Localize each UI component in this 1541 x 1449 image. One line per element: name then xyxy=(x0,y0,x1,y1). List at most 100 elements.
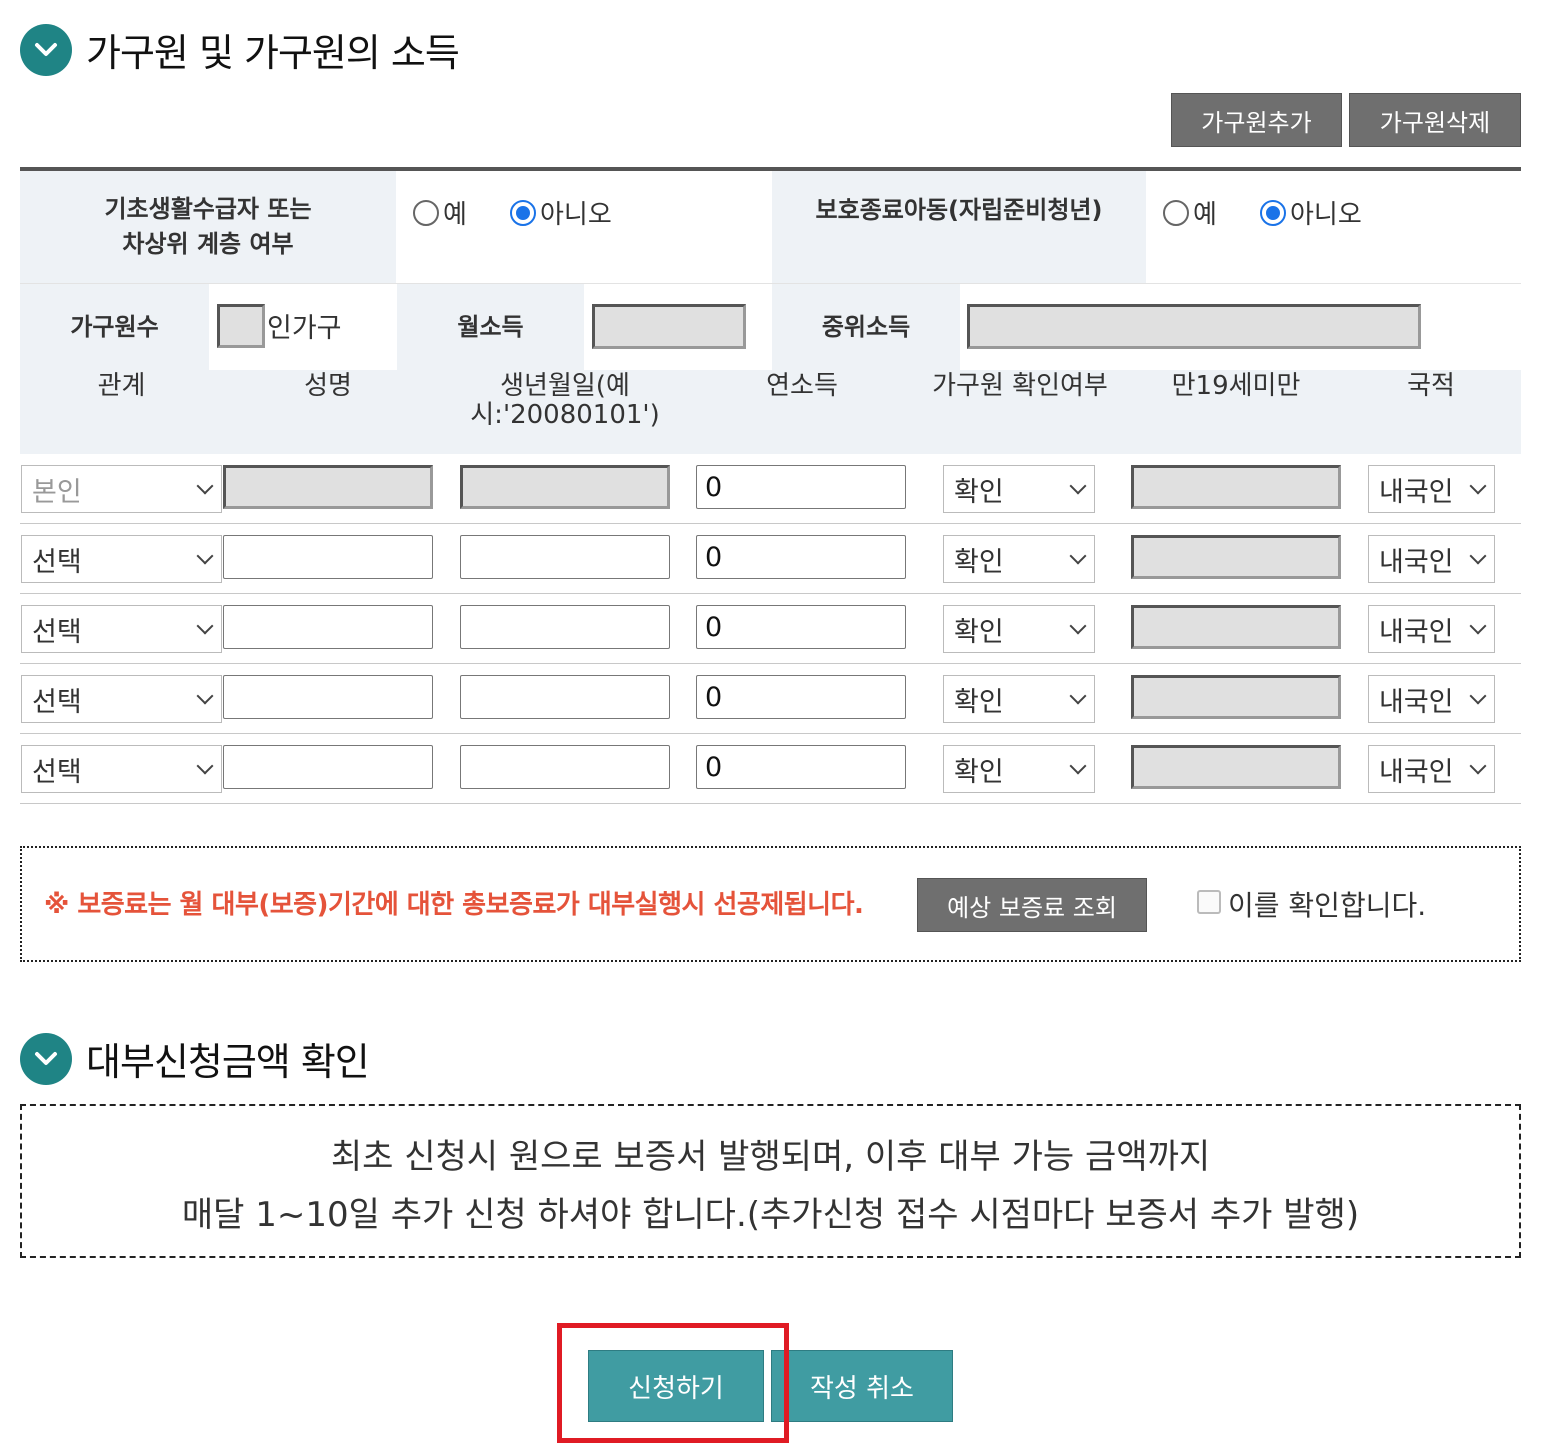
radio-yes-label: 예 xyxy=(443,200,467,230)
section-title: 대부신청금액 확인 xyxy=(86,1040,370,1084)
col-birth-line2: 시:'20080101') xyxy=(470,399,660,430)
loan-info-line1: 최초 신청시 원으로 보증서 발행되며, 이후 대부 가능 금액까지 xyxy=(330,1137,1211,1177)
birth-input[interactable] xyxy=(460,675,670,719)
confirm-select[interactable]: 확인 xyxy=(943,605,1095,653)
protection-radio-no[interactable]: 아니오 xyxy=(1260,194,1362,231)
chevron-down-icon xyxy=(196,617,214,635)
chevron-down-icon xyxy=(1069,547,1087,565)
median-income-label: 중위소득 xyxy=(772,284,960,370)
chevron-down-icon xyxy=(1469,617,1487,635)
basic-living-label-line2: 차상위 계층 여부 xyxy=(122,230,294,258)
income-input[interactable]: 0 xyxy=(696,605,906,649)
relation-value: 선택 xyxy=(32,686,82,718)
section-loan-header: 대부신청금액 확인 xyxy=(20,1031,370,1086)
chevron-down-icon[interactable] xyxy=(20,23,72,76)
col-nationality: 국적 xyxy=(1407,371,1455,401)
income-input[interactable]: 0 xyxy=(696,465,906,509)
radio-yes-icon[interactable] xyxy=(1163,199,1189,226)
col-income: 연소득 xyxy=(766,371,838,401)
name-input[interactable] xyxy=(223,535,433,579)
income-input[interactable]: 0 xyxy=(696,675,906,719)
estimate-fee-button[interactable]: 예상 보증료 조회 xyxy=(917,878,1147,932)
chevron-down-icon xyxy=(1469,687,1487,705)
relation-select[interactable]: 선택 xyxy=(21,675,222,723)
relation-value: 본인 xyxy=(32,476,82,508)
col-under19: 만19세미만 xyxy=(1171,371,1301,401)
cancel-button[interactable]: 작성 취소 xyxy=(771,1350,953,1422)
household-count-input[interactable] xyxy=(217,304,265,348)
basic-living-radio-yes[interactable]: 예 xyxy=(413,194,467,231)
under19-input xyxy=(1131,535,1341,579)
divider xyxy=(20,283,1521,284)
income-input[interactable]: 0 xyxy=(696,535,906,579)
income-input[interactable]: 0 xyxy=(696,745,906,789)
nationality-select[interactable]: 내국인 xyxy=(1368,675,1495,723)
under19-input xyxy=(1131,745,1341,789)
chevron-down-icon xyxy=(1069,757,1087,775)
loan-info-box: 최초 신청시 원으로 보증서 발행되며, 이후 대부 가능 금액까지 매달 1~… xyxy=(20,1104,1521,1258)
under19-input xyxy=(1131,465,1341,509)
household-count-suffix: 인가구 xyxy=(267,313,342,344)
birth-input[interactable] xyxy=(460,465,670,509)
radio-yes-icon[interactable] xyxy=(413,199,439,226)
nationality-select[interactable]: 내국인 xyxy=(1368,605,1495,653)
confirm-select[interactable]: 확인 xyxy=(943,745,1095,793)
chevron-down-icon xyxy=(1469,477,1487,495)
name-input[interactable] xyxy=(223,745,433,789)
under19-input xyxy=(1131,675,1341,719)
confirm-select[interactable]: 확인 xyxy=(943,535,1095,583)
loan-info-line2: 매달 1~10일 추가 신청 하셔야 합니다.(추가신청 접수 시점마다 보증서… xyxy=(181,1195,1360,1235)
chevron-down-icon xyxy=(1469,757,1487,775)
relation-select[interactable]: 선택 xyxy=(21,745,222,793)
radio-no-label: 아니오 xyxy=(1290,200,1362,230)
add-member-button[interactable]: 가구원추가 xyxy=(1171,93,1342,147)
basic-living-label: 기초생활수급자 또는 차상위 계층 여부 xyxy=(20,171,396,283)
delete-member-button[interactable]: 가구원삭제 xyxy=(1349,93,1521,147)
basic-living-label-line1: 기초생활수급자 또는 xyxy=(104,195,312,224)
nationality-select[interactable]: 내국인 xyxy=(1368,745,1495,793)
highlight-box xyxy=(557,1323,789,1443)
birth-input[interactable] xyxy=(460,535,670,579)
col-relation: 관계 xyxy=(97,371,146,401)
monthly-income-input[interactable] xyxy=(592,304,746,349)
relation-select[interactable]: 본인 xyxy=(21,465,222,513)
col-confirm: 가구원 확인여부 xyxy=(932,371,1108,401)
confirm-checkbox[interactable] xyxy=(1197,890,1221,914)
confirm-checkbox-label: 이를 확인합니다. xyxy=(1228,889,1427,922)
row-divider xyxy=(20,523,1521,524)
median-income-input[interactable] xyxy=(967,304,1421,349)
chevron-down-icon xyxy=(196,687,214,705)
section-title: 가구원 및 가구원의 소득 xyxy=(86,31,460,75)
chevron-down-icon xyxy=(1469,547,1487,565)
row-divider xyxy=(20,803,1521,804)
col-birth: 생년월일(예 시:'20080101') xyxy=(450,372,680,429)
confirm-select[interactable]: 확인 xyxy=(943,675,1095,723)
radio-no-icon[interactable] xyxy=(1260,199,1286,226)
confirm-value: 확인 xyxy=(954,756,1004,788)
row-divider xyxy=(20,593,1521,594)
section-household-header: 가구원 및 가구원의 소득 xyxy=(20,22,460,77)
name-input[interactable] xyxy=(223,675,433,719)
col-name: 성명 xyxy=(304,371,352,401)
nationality-select[interactable]: 내국인 xyxy=(1368,465,1495,513)
radio-no-icon[interactable] xyxy=(510,199,536,226)
name-input[interactable] xyxy=(223,605,433,649)
chevron-down-icon[interactable] xyxy=(20,1032,72,1085)
basic-living-radio-no[interactable]: 아니오 xyxy=(510,194,612,231)
chevron-down-icon xyxy=(1069,477,1087,495)
chevron-down-icon xyxy=(1069,617,1087,635)
guarantee-notice-box: ※ 보증료는 월 대부(보증)기간에 대한 총보증료가 대부실행시 선공제됩니다… xyxy=(20,846,1521,962)
nationality-value: 내국인 xyxy=(1379,686,1454,718)
confirm-value: 확인 xyxy=(954,686,1004,718)
birth-input[interactable] xyxy=(460,605,670,649)
relation-select[interactable]: 선택 xyxy=(21,535,222,583)
nationality-select[interactable]: 내국인 xyxy=(1368,535,1495,583)
chevron-down-icon xyxy=(196,547,214,565)
birth-input[interactable] xyxy=(460,745,670,789)
protection-radio-yes[interactable]: 예 xyxy=(1163,194,1217,231)
row-divider xyxy=(20,733,1521,734)
relation-select[interactable]: 선택 xyxy=(21,605,222,653)
confirm-select[interactable]: 확인 xyxy=(943,465,1095,513)
nationality-value: 내국인 xyxy=(1379,756,1454,788)
name-input[interactable] xyxy=(223,465,433,509)
